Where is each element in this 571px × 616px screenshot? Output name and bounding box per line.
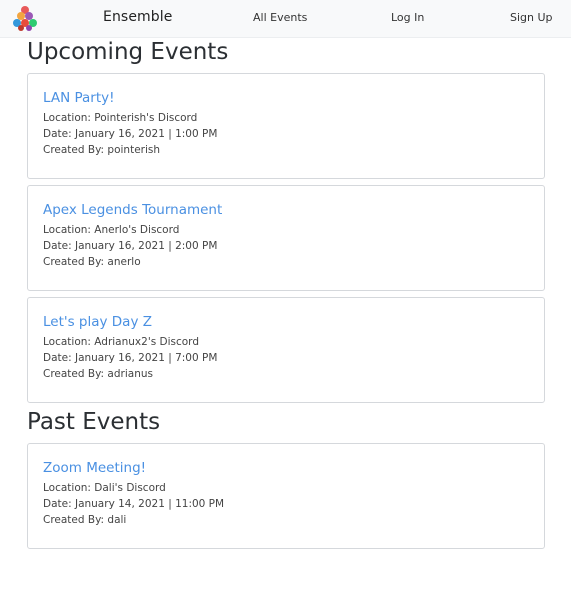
ensemble-logo-icon[interactable] bbox=[11, 4, 39, 32]
event-title-link[interactable]: Let's play Day Z bbox=[43, 314, 152, 330]
event-date: Date: January 16, 2021 | 1:00 PM bbox=[43, 128, 218, 140]
event-title-link[interactable]: LAN Party! bbox=[43, 90, 115, 106]
upcoming-events-heading: Upcoming Events bbox=[27, 39, 229, 65]
event-creator: Created By: anerlo bbox=[43, 256, 141, 268]
sign-up-link[interactable]: Sign Up bbox=[510, 11, 553, 24]
past-events-heading: Past Events bbox=[27, 409, 161, 435]
navbar: Ensemble All Events Log In Sign Up bbox=[0, 0, 571, 38]
event-date: Date: January 16, 2021 | 2:00 PM bbox=[43, 240, 218, 252]
event-date: Date: January 16, 2021 | 7:00 PM bbox=[43, 352, 218, 364]
log-in-link[interactable]: Log In bbox=[391, 11, 424, 24]
event-title-link[interactable]: Apex Legends Tournament bbox=[43, 202, 222, 218]
event-card: Zoom Meeting! Location: Dali's Discord D… bbox=[27, 443, 545, 549]
event-location: Location: Anerlo's Discord bbox=[43, 224, 180, 236]
event-location: Location: Dali's Discord bbox=[43, 482, 166, 494]
event-creator: Created By: dali bbox=[43, 514, 127, 526]
event-location: Location: Adrianux2's Discord bbox=[43, 336, 199, 348]
event-card: Apex Legends Tournament Location: Anerlo… bbox=[27, 185, 545, 291]
brand-link[interactable]: Ensemble bbox=[103, 9, 172, 25]
event-card: Let's play Day Z Location: Adrianux2's D… bbox=[27, 297, 545, 403]
event-title-link[interactable]: Zoom Meeting! bbox=[43, 460, 146, 476]
all-events-link[interactable]: All Events bbox=[253, 11, 307, 24]
event-card: LAN Party! Location: Pointerish's Discor… bbox=[27, 73, 545, 179]
event-creator: Created By: pointerish bbox=[43, 144, 161, 156]
event-creator: Created By: adrianus bbox=[43, 368, 153, 380]
event-location: Location: Pointerish's Discord bbox=[43, 112, 198, 124]
event-date: Date: January 14, 2021 | 11:00 PM bbox=[43, 498, 225, 510]
